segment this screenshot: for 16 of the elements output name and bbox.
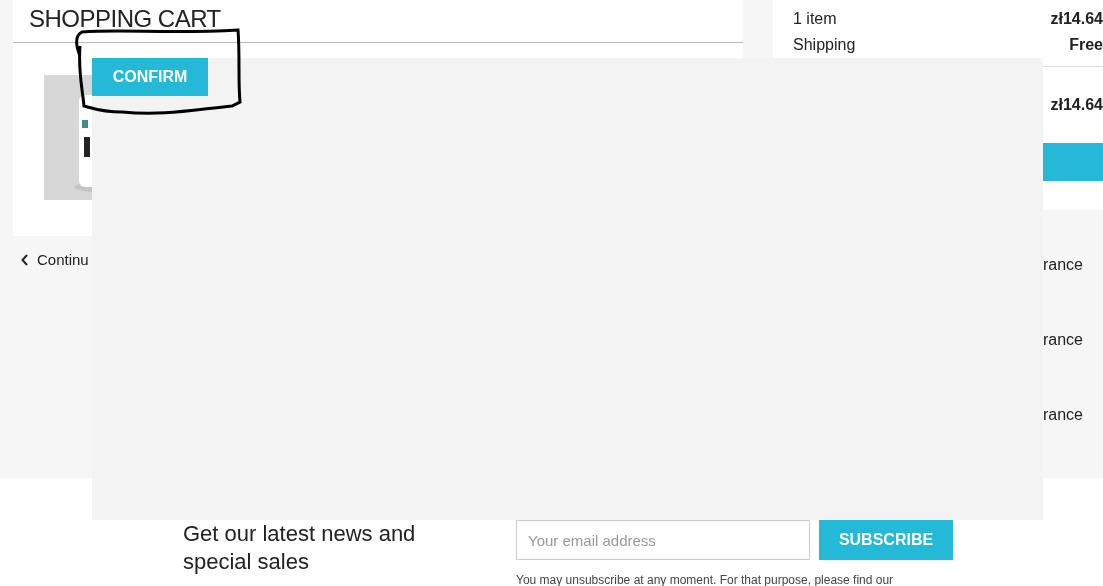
total-value: zł14.64 [1050, 96, 1103, 114]
subscribe-button[interactable]: SUBSCRIBE [819, 520, 953, 560]
reassurance-text: rance [1042, 331, 1083, 349]
reassurance-text: rance [1042, 256, 1083, 274]
reassurance-text: rance [1042, 406, 1083, 424]
email-field[interactable]: Your email address [516, 520, 810, 560]
summary-label: Shipping [793, 36, 856, 54]
summary-label: 1 item [793, 10, 837, 28]
summary-value: zł14.64 [1050, 10, 1103, 28]
confirm-button[interactable]: CONFIRM [92, 58, 208, 96]
chevron-left-icon [21, 253, 29, 266]
unsubscribe-note: You may unsubscribe at any moment. For that purpose, please find our [516, 573, 895, 586]
newsletter-heading: Get our latest news and special sales [183, 520, 417, 576]
continue-shopping-link[interactable]: Continu [21, 251, 89, 268]
page-title: SHOPPING CART [28, 4, 222, 34]
summary-value: Free [1069, 36, 1103, 54]
